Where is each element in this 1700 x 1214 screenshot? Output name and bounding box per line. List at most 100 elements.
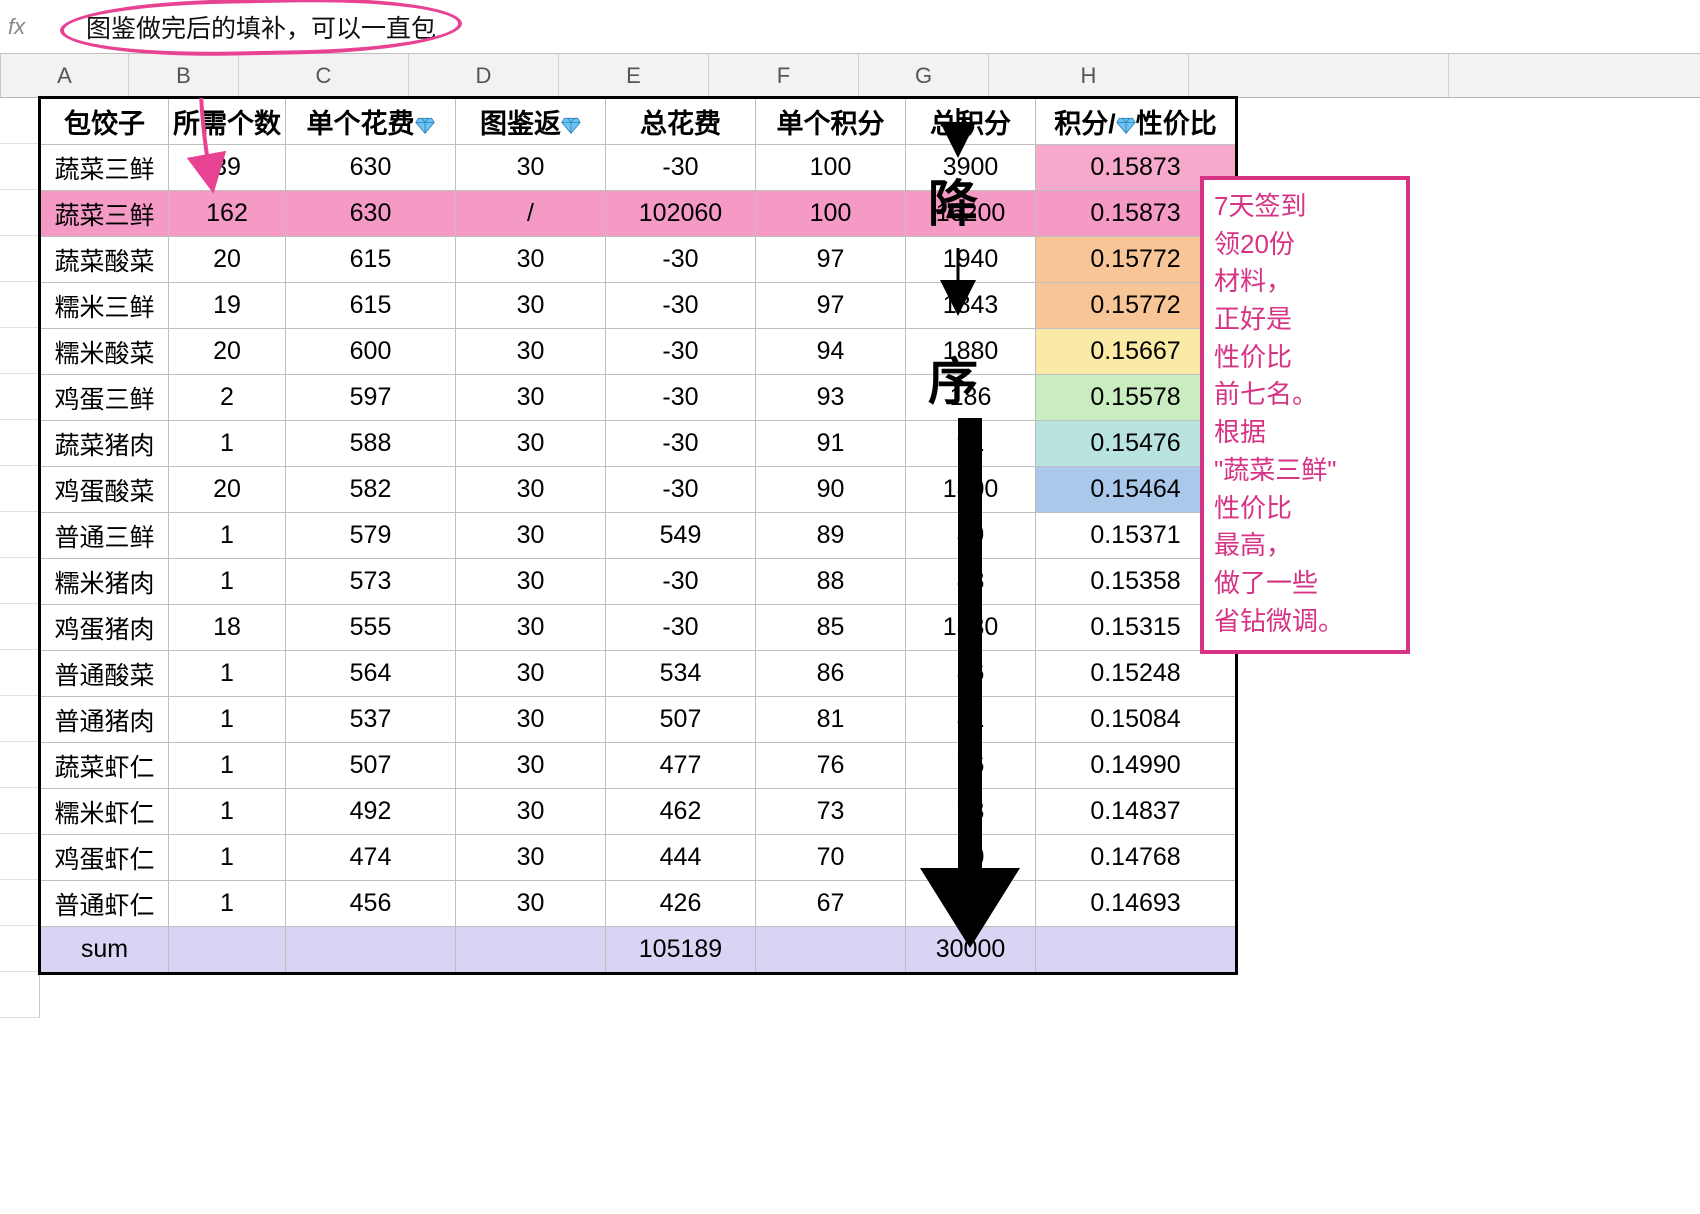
cell[interactable]: 鸡蛋虾仁 bbox=[41, 835, 169, 881]
cell[interactable]: 0.15084 bbox=[1036, 697, 1236, 743]
cell[interactable]: 1 bbox=[169, 789, 286, 835]
table-row[interactable]: 鸡蛋酸菜2058230-309018000.15464 bbox=[41, 467, 1236, 513]
column-header-C[interactable]: C bbox=[239, 54, 409, 97]
cell[interactable]: 30 bbox=[456, 375, 606, 421]
table-row[interactable]: 糯米猪肉157330-3088880.15358 bbox=[41, 559, 1236, 605]
table-row[interactable]: 糯米三鲜1961530-309718430.15772 bbox=[41, 283, 1236, 329]
cell[interactable]: 18 bbox=[169, 605, 286, 651]
cell[interactable]: 1 bbox=[169, 743, 286, 789]
cell[interactable]: 630 bbox=[286, 145, 456, 191]
cell[interactable]: 70 bbox=[756, 835, 906, 881]
cell[interactable]: 600 bbox=[286, 329, 456, 375]
cell[interactable]: 100 bbox=[756, 145, 906, 191]
cell[interactable]: 30 bbox=[456, 329, 606, 375]
cell[interactable]: 91 bbox=[756, 421, 906, 467]
cell[interactable]: 630 bbox=[286, 191, 456, 237]
cell[interactable]: 73 bbox=[906, 789, 1036, 835]
cell[interactable]: 0.14837 bbox=[1036, 789, 1236, 835]
cell[interactable]: 162 bbox=[169, 191, 286, 237]
cell[interactable]: 444 bbox=[606, 835, 756, 881]
cell[interactable]: 2 bbox=[169, 375, 286, 421]
cell[interactable]: 1530 bbox=[906, 605, 1036, 651]
column-header-B[interactable]: B bbox=[129, 54, 239, 97]
cell[interactable]: 19 bbox=[169, 283, 286, 329]
cell[interactable]: 0.14768 bbox=[1036, 835, 1236, 881]
table-row[interactable]: 鸡蛋虾仁14743044470700.14768 bbox=[41, 835, 1236, 881]
cell[interactable]: 糯米猪肉 bbox=[41, 559, 169, 605]
cell[interactable]: 1 bbox=[169, 559, 286, 605]
table-row[interactable]: 蔬菜三鲜162630/102060100162000.15873 bbox=[41, 191, 1236, 237]
cell[interactable]: 573 bbox=[286, 559, 456, 605]
cell[interactable]: 30 bbox=[456, 881, 606, 927]
cell[interactable]: -30 bbox=[606, 467, 756, 513]
cell[interactable]: 76 bbox=[756, 743, 906, 789]
cell[interactable]: 86 bbox=[756, 651, 906, 697]
cell[interactable]: 615 bbox=[286, 237, 456, 283]
cell[interactable]: 普通三鲜 bbox=[41, 513, 169, 559]
cell[interactable]: 普通酸菜 bbox=[41, 651, 169, 697]
cell[interactable]: 100 bbox=[756, 191, 906, 237]
cell[interactable]: -30 bbox=[606, 559, 756, 605]
cell[interactable]: 1800 bbox=[906, 467, 1036, 513]
cell[interactable]: 0.14990 bbox=[1036, 743, 1236, 789]
cell[interactable]: 615 bbox=[286, 283, 456, 329]
cell[interactable]: 85 bbox=[756, 605, 906, 651]
cell[interactable]: 507 bbox=[606, 697, 756, 743]
cell[interactable]: 88 bbox=[756, 559, 906, 605]
cell[interactable]: 糯米三鲜 bbox=[41, 283, 169, 329]
table-row[interactable]: 蔬菜三鲜3963030-3010039000.15873 bbox=[41, 145, 1236, 191]
cell[interactable]: 477 bbox=[606, 743, 756, 789]
table-row[interactable]: 蔬菜酸菜2061530-309719400.15772 bbox=[41, 237, 1236, 283]
cell[interactable]: 糯米酸菜 bbox=[41, 329, 169, 375]
cell[interactable]: 1 bbox=[169, 697, 286, 743]
cell[interactable]: 597 bbox=[286, 375, 456, 421]
cell[interactable]: 蔬菜三鲜 bbox=[41, 191, 169, 237]
cell[interactable]: 555 bbox=[286, 605, 456, 651]
cell[interactable]: 糯米虾仁 bbox=[41, 789, 169, 835]
cell[interactable]: 1 bbox=[169, 835, 286, 881]
cell[interactable]: 564 bbox=[286, 651, 456, 697]
cell[interactable]: 456 bbox=[286, 881, 456, 927]
cell[interactable]: 537 bbox=[286, 697, 456, 743]
cell[interactable]: 1 bbox=[169, 421, 286, 467]
column-header-A[interactable]: A bbox=[1, 54, 129, 97]
cell[interactable]: 30 bbox=[456, 605, 606, 651]
formula-input[interactable]: 图鉴做完后的填补，可以一直包 bbox=[68, 5, 454, 49]
cell[interactable]: 30 bbox=[456, 237, 606, 283]
cell[interactable]: -30 bbox=[606, 605, 756, 651]
table-row[interactable]: 鸡蛋猪肉1855530-308515300.15315 bbox=[41, 605, 1236, 651]
cell[interactable]: 20 bbox=[169, 237, 286, 283]
cell[interactable]: 普通虾仁 bbox=[41, 881, 169, 927]
cell[interactable]: 普通猪肉 bbox=[41, 697, 169, 743]
table-row[interactable]: 普通酸菜15643053486860.15248 bbox=[41, 651, 1236, 697]
cell[interactable]: 30 bbox=[456, 467, 606, 513]
column-header-E[interactable]: E bbox=[559, 54, 709, 97]
cell[interactable]: 蔬菜酸菜 bbox=[41, 237, 169, 283]
table-row[interactable]: 普通虾仁14563042667670.14693 bbox=[41, 881, 1236, 927]
column-header-F[interactable]: F bbox=[709, 54, 859, 97]
cell[interactable]: 89 bbox=[906, 513, 1036, 559]
cell[interactable]: 90 bbox=[756, 467, 906, 513]
table-row[interactable]: 鸡蛋三鲜259730-30931860.15578 bbox=[41, 375, 1236, 421]
cell[interactable]: 1 bbox=[169, 651, 286, 697]
cell[interactable]: -30 bbox=[606, 283, 756, 329]
cell[interactable]: 534 bbox=[606, 651, 756, 697]
cell[interactable]: -30 bbox=[606, 421, 756, 467]
table-row[interactable]: 普通三鲜15793054989890.15371 bbox=[41, 513, 1236, 559]
column-header-D[interactable]: D bbox=[409, 54, 559, 97]
column-header-H[interactable]: H bbox=[989, 54, 1189, 97]
cell[interactable]: 76 bbox=[906, 743, 1036, 789]
cell[interactable]: 67 bbox=[906, 881, 1036, 927]
cell[interactable]: 81 bbox=[906, 697, 1036, 743]
cell[interactable]: 582 bbox=[286, 467, 456, 513]
cell[interactable]: 588 bbox=[286, 421, 456, 467]
cell[interactable]: 88 bbox=[906, 559, 1036, 605]
cell[interactable]: 97 bbox=[756, 283, 906, 329]
cell[interactable]: 89 bbox=[756, 513, 906, 559]
cell[interactable]: -30 bbox=[606, 375, 756, 421]
cell[interactable]: 1 bbox=[169, 513, 286, 559]
cell[interactable]: 93 bbox=[756, 375, 906, 421]
cell[interactable]: 蔬菜三鲜 bbox=[41, 145, 169, 191]
cell[interactable]: 97 bbox=[756, 237, 906, 283]
cell[interactable]: 67 bbox=[756, 881, 906, 927]
